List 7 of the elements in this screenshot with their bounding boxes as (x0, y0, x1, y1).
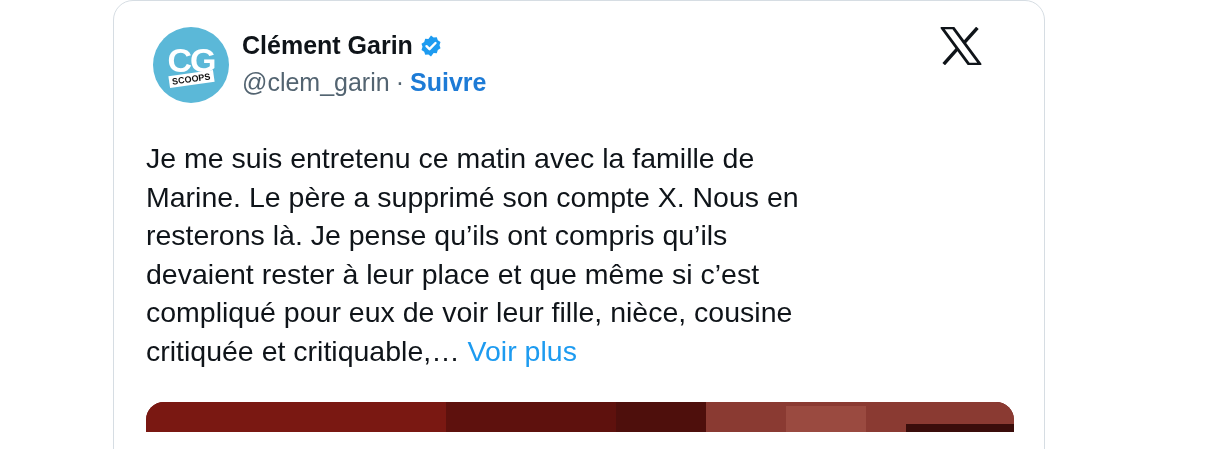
tweet-text: Je me suis entretenu ce matin avec la famille de Marine. Le père a supprimé son compte X. Nous en resterons là. Je pense qu’ils ont compris qu’ils devaient rester à leur place et que même si c’est compliqué pour eux de voir leur fille, nièce, cousine critiquée et critiquable,… Voir plus (146, 141, 800, 369)
author-handle[interactable]: @clem_garin (242, 68, 390, 97)
separator-dot: · (395, 68, 404, 97)
author-name[interactable]: Clément Garin (242, 31, 413, 60)
avatar[interactable]: CG SCOOPS (153, 27, 229, 103)
follow-link[interactable]: Suivre (410, 68, 487, 97)
x-logo-icon[interactable] (940, 27, 982, 65)
